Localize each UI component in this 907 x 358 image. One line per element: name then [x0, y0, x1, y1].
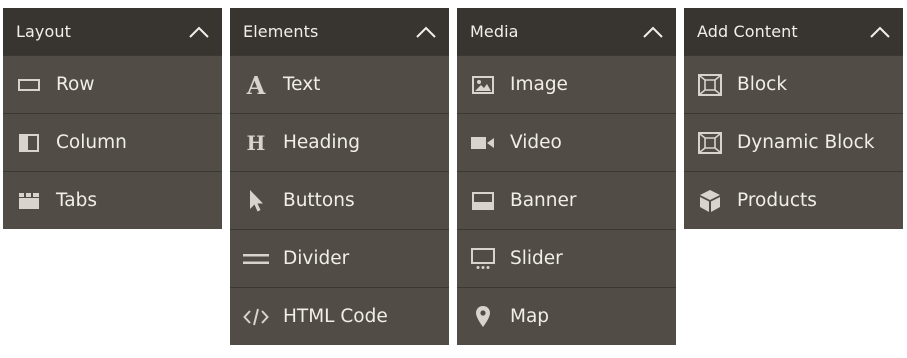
- item-label: HTML Code: [283, 306, 388, 327]
- image-icon: [470, 72, 496, 98]
- panel-header-elements[interactable]: Elements: [230, 8, 449, 55]
- item-label: Heading: [283, 132, 360, 153]
- panel-elements: Elements A Text H Heading Buttons Divide…: [230, 8, 449, 345]
- block-icon: [697, 72, 723, 98]
- chevron-up-icon[interactable]: [869, 25, 891, 39]
- panel-title: Media: [470, 22, 519, 41]
- content-item-slider[interactable]: Slider: [457, 229, 676, 287]
- item-label: Dynamic Block: [737, 132, 875, 153]
- chevron-up-icon[interactable]: [642, 25, 664, 39]
- item-label: Map: [510, 306, 550, 327]
- heading-icon: H: [243, 130, 269, 156]
- content-item-block[interactable]: Block: [684, 55, 903, 113]
- item-label: Divider: [283, 248, 350, 269]
- content-item-video[interactable]: Video: [457, 113, 676, 171]
- item-label: Tabs: [56, 190, 97, 211]
- panel-header-add-content[interactable]: Add Content: [684, 8, 903, 55]
- item-label: Products: [737, 190, 817, 211]
- tabs-icon: [16, 188, 42, 214]
- item-label: Column: [56, 132, 127, 153]
- chevron-up-icon[interactable]: [415, 25, 437, 39]
- dynamic-block-icon: [697, 130, 723, 156]
- banner-icon: [470, 188, 496, 214]
- content-item-html-code[interactable]: HTML Code: [230, 287, 449, 345]
- products-icon: [697, 188, 723, 214]
- text-icon: A: [243, 72, 269, 98]
- item-label: Video: [510, 132, 562, 153]
- content-item-divider[interactable]: Divider: [230, 229, 449, 287]
- item-label: Block: [737, 74, 788, 95]
- html-code-icon: [243, 304, 269, 330]
- divider-icon: [243, 246, 269, 272]
- content-item-products[interactable]: Products: [684, 171, 903, 229]
- buttons-cursor-icon: [243, 188, 269, 214]
- chevron-up-icon[interactable]: [188, 25, 210, 39]
- panel-title: Elements: [243, 22, 319, 41]
- column-icon: [16, 130, 42, 156]
- content-item-tabs[interactable]: Tabs: [3, 171, 222, 229]
- panel-media: Media Image Video Banner Slider Map: [457, 8, 676, 345]
- item-label: Buttons: [283, 190, 355, 211]
- panel-title: Add Content: [697, 22, 798, 41]
- item-label: Text: [283, 74, 321, 95]
- panel-header-media[interactable]: Media: [457, 8, 676, 55]
- slider-icon: [470, 246, 496, 272]
- svg-text:H: H: [247, 132, 266, 154]
- panel-header-layout[interactable]: Layout: [3, 8, 222, 55]
- item-label: Image: [510, 74, 568, 95]
- panel-title: Layout: [16, 22, 71, 41]
- panel-add-content: Add Content Block Dynamic Block Products: [684, 8, 903, 229]
- svg-text:A: A: [246, 73, 266, 97]
- map-pin-icon: [470, 304, 496, 330]
- content-item-text[interactable]: A Text: [230, 55, 449, 113]
- content-item-image[interactable]: Image: [457, 55, 676, 113]
- content-item-banner[interactable]: Banner: [457, 171, 676, 229]
- item-label: Slider: [510, 248, 563, 269]
- item-label: Row: [56, 74, 95, 95]
- item-label: Banner: [510, 190, 577, 211]
- panel-layout: Layout Row Column Tabs: [3, 8, 222, 229]
- content-item-heading[interactable]: H Heading: [230, 113, 449, 171]
- content-item-row[interactable]: Row: [3, 55, 222, 113]
- row-icon: [16, 72, 42, 98]
- content-item-map[interactable]: Map: [457, 287, 676, 345]
- content-item-dynamic-block[interactable]: Dynamic Block: [684, 113, 903, 171]
- video-icon: [470, 130, 496, 156]
- content-item-buttons[interactable]: Buttons: [230, 171, 449, 229]
- content-item-column[interactable]: Column: [3, 113, 222, 171]
